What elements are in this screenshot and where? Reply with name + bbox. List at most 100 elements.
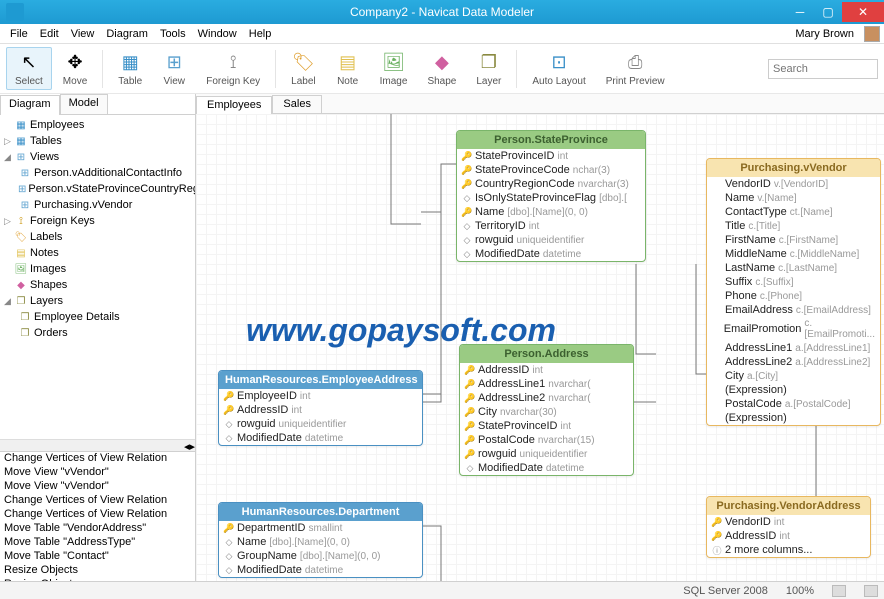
history-item[interactable]: Change Vertices of View Relation — [0, 494, 195, 508]
entity-column[interactable]: ◇ModifiedDate datetime — [460, 461, 633, 475]
entity-column[interactable]: EmailPromotion c.[EmailPromoti... — [707, 317, 880, 341]
tree-shapes[interactable]: ◆Shapes — [0, 277, 195, 293]
entity-column[interactable]: 🔑StateProvinceCode nchar(3) — [457, 163, 645, 177]
label-tool[interactable]: 🏷Label — [282, 47, 324, 90]
entity-column[interactable]: 🔑AddressLine2 nvarchar( — [460, 391, 633, 405]
entity-column[interactable]: 🔑Name [dbo].[Name](0, 0) — [457, 205, 645, 219]
tree-fks[interactable]: ▷⟟Foreign Keys — [0, 213, 195, 229]
entity-column[interactable]: (Expression) — [707, 411, 880, 425]
entity-state-province[interactable]: Person.StateProvince 🔑StateProvinceID in… — [456, 130, 646, 262]
entity-vvendor[interactable]: Purchasing.vVendor VendorID v.[VendorID]… — [706, 158, 881, 426]
entity-column[interactable]: Name v.[Name] — [707, 191, 880, 205]
entity-column[interactable]: ◇ModifiedDate datetime — [457, 247, 645, 261]
fk-tool[interactable]: ⟟Foreign Key — [197, 47, 269, 90]
entity-column[interactable]: VendorID v.[VendorID] — [707, 177, 880, 191]
user-info[interactable]: Mary Brown — [789, 26, 880, 42]
entity-column[interactable]: PostalCode a.[PostalCode] — [707, 397, 880, 411]
tree-layers[interactable]: ◢❐Layers — [0, 293, 195, 309]
tree-view-item[interactable]: ⊞Person.vStateProvinceCountryRegion — [0, 181, 195, 197]
entity-column[interactable]: FirstName c.[FirstName] — [707, 233, 880, 247]
entity-column[interactable]: Phone c.[Phone] — [707, 289, 880, 303]
entity-column[interactable]: ◇TerritoryID int — [457, 219, 645, 233]
history-item[interactable]: Move Table "VendorAddress" — [0, 522, 195, 536]
layer-tool[interactable]: ❐Layer — [467, 47, 510, 90]
entity-column[interactable]: 🔑StateProvinceID int — [457, 149, 645, 163]
entity-column[interactable]: MiddleName c.[MiddleName] — [707, 247, 880, 261]
image-tool[interactable]: 🖼Image — [371, 47, 417, 90]
table-tool[interactable]: ▦Table — [109, 47, 151, 90]
doc-tab-sales[interactable]: Sales — [272, 95, 322, 113]
note-tool[interactable]: ▤Note — [327, 47, 369, 90]
diagram-canvas[interactable]: Person.StateProvince 🔑StateProvinceID in… — [196, 114, 884, 581]
close-button[interactable]: ✕ — [842, 2, 884, 22]
entity-column[interactable]: LastName c.[LastName] — [707, 261, 880, 275]
entity-column[interactable]: 🔑StateProvinceID int — [460, 419, 633, 433]
entity-column[interactable]: (Expression) — [707, 383, 880, 397]
history-item[interactable]: Move Table "Contact" — [0, 550, 195, 564]
entity-column[interactable]: 🔑DepartmentID smallint — [219, 521, 422, 535]
tree-images[interactable]: 🖼Images — [0, 261, 195, 277]
doc-tab-employees[interactable]: Employees — [196, 96, 272, 114]
print-preview-button[interactable]: ⎙Print Preview — [597, 47, 674, 90]
scrollbar[interactable]: ◂▸ — [0, 439, 195, 451]
menu-diagram[interactable]: Diagram — [100, 28, 154, 40]
move-tool[interactable]: ✥Move — [54, 47, 96, 90]
menu-help[interactable]: Help — [243, 28, 278, 40]
object-tree[interactable]: ▦Employees ▷▦Tables ◢⊞Views ⊞Person.vAdd… — [0, 114, 195, 439]
entity-column[interactable]: EmailAddress c.[EmailAddress] — [707, 303, 880, 317]
tree-views[interactable]: ◢⊞Views — [0, 149, 195, 165]
tree-layer-item[interactable]: ❐Employee Details — [0, 309, 195, 325]
entity-column[interactable]: 🔑EmployeeID int — [219, 389, 422, 403]
history-item[interactable]: Change Vertices of View Relation — [0, 452, 195, 466]
entity-column[interactable]: Suffix c.[Suffix] — [707, 275, 880, 289]
history-item[interactable]: Move Table "AddressType" — [0, 536, 195, 550]
entity-column[interactable]: ◇GroupName [dbo].[Name](0, 0) — [219, 549, 422, 563]
entity-column[interactable]: 🔑rowguid uniqueidentifier — [460, 447, 633, 461]
tree-root[interactable]: ▦Employees — [0, 117, 195, 133]
entity-column[interactable]: 🔑AddressID int — [219, 403, 422, 417]
menu-tools[interactable]: Tools — [154, 28, 192, 40]
history-item[interactable]: Move View "vVendor" — [0, 466, 195, 480]
view-tool[interactable]: ⊞View — [153, 47, 195, 90]
entity-vendor-address[interactable]: Purchasing.VendorAddress 🔑VendorID int🔑A… — [706, 496, 871, 558]
entity-column[interactable]: ◇rowguid uniqueidentifier — [457, 233, 645, 247]
entity-column[interactable]: ◇rowguid uniqueidentifier — [219, 417, 422, 431]
status-icon[interactable] — [864, 585, 878, 597]
menu-edit[interactable]: Edit — [34, 28, 65, 40]
tree-tables[interactable]: ▷▦Tables — [0, 133, 195, 149]
history-item[interactable]: Resize Objects — [0, 564, 195, 578]
tree-labels[interactable]: 🏷Labels — [0, 229, 195, 245]
entity-column[interactable]: ContactType ct.[Name] — [707, 205, 880, 219]
history-item[interactable]: Move View "vVendor" — [0, 480, 195, 494]
entity-column[interactable]: ◇Name [dbo].[Name](0, 0) — [219, 535, 422, 549]
entity-person-address[interactable]: Person.Address 🔑AddressID int🔑AddressLin… — [459, 344, 634, 476]
menu-window[interactable]: Window — [192, 28, 243, 40]
minimize-button[interactable]: ─ — [786, 2, 814, 22]
select-tool[interactable]: ↖Select — [6, 47, 52, 90]
history-list[interactable]: Change Vertices of View Relation Move Vi… — [0, 451, 195, 581]
entity-column[interactable]: 🔑AddressID int — [460, 363, 633, 377]
entity-column[interactable]: City a.[City] — [707, 369, 880, 383]
history-item[interactable]: Change Vertices of View Relation — [0, 508, 195, 522]
entity-department[interactable]: HumanResources.Department 🔑DepartmentID … — [218, 502, 423, 578]
entity-column[interactable]: Title c.[Title] — [707, 219, 880, 233]
entity-column[interactable]: 🔑AddressLine1 nvarchar( — [460, 377, 633, 391]
entity-column[interactable]: AddressLine1 a.[AddressLine1] — [707, 341, 880, 355]
entity-column[interactable]: AddressLine2 a.[AddressLine2] — [707, 355, 880, 369]
search-input[interactable] — [768, 59, 878, 79]
maximize-button[interactable]: ▢ — [814, 2, 842, 22]
entity-column[interactable]: 🔑CountryRegionCode nvarchar(3) — [457, 177, 645, 191]
tree-notes[interactable]: ▤Notes — [0, 245, 195, 261]
entity-column[interactable]: ◇ModifiedDate datetime — [219, 563, 422, 577]
model-tab[interactable]: Model — [60, 94, 108, 114]
entity-column[interactable]: 🔑VendorID int — [707, 515, 870, 529]
entity-column[interactable]: 🔑AddressID int — [707, 529, 870, 543]
entity-column[interactable]: ⓘ2 more columns... — [707, 543, 870, 557]
diagram-tab[interactable]: Diagram — [0, 95, 60, 115]
shape-tool[interactable]: ◆Shape — [418, 47, 465, 90]
entity-column[interactable]: ◇IsOnlyStateProvinceFlag [dbo].[ — [457, 191, 645, 205]
tree-view-item[interactable]: ⊞Purchasing.vVendor — [0, 197, 195, 213]
status-icon[interactable] — [832, 585, 846, 597]
tree-layer-item[interactable]: ❐Orders — [0, 325, 195, 341]
entity-column[interactable]: ◇ModifiedDate datetime — [219, 431, 422, 445]
